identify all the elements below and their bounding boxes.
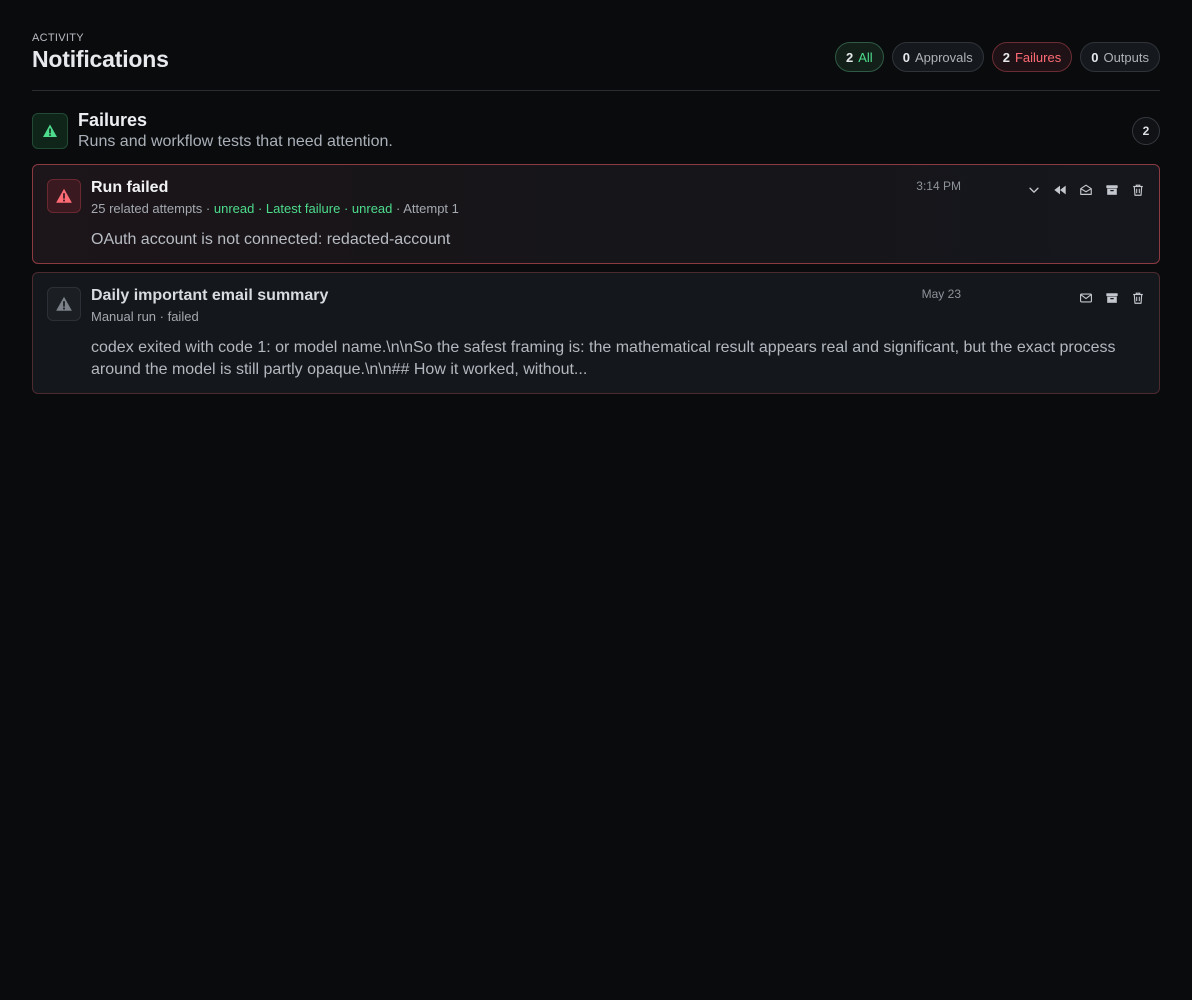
filter-count: 2 (1002, 49, 1010, 65)
meta-attempts: 25 related attempts (91, 201, 203, 216)
meta-separator: · (392, 201, 404, 216)
trash-icon[interactable] (1129, 181, 1147, 199)
filter-label: All (858, 49, 873, 65)
warning-icon (32, 113, 68, 149)
section-count-badge: 2 (1132, 117, 1160, 145)
trash-icon[interactable] (1129, 289, 1147, 307)
failures-section-header: Failures Runs and workflow tests that ne… (32, 91, 1160, 164)
meta-separator: · (254, 201, 266, 216)
meta-status: unread (351, 201, 393, 216)
notification-card[interactable]: Daily important email summary Manual run… (32, 272, 1160, 394)
filter-label: Failures (1014, 49, 1062, 65)
section-title: Failures (78, 110, 148, 130)
notification-message: OAuth account is not connected: redacted… (91, 231, 451, 248)
mail-icon[interactable] (1077, 289, 1095, 307)
filter-all-button[interactable]: 2 All (835, 42, 884, 72)
notification-title: Daily important email summary (91, 287, 329, 304)
notification-meta: 25 related attempts · unread · Latest fa… (91, 201, 459, 216)
meta-separator: · (202, 201, 214, 216)
notification-title: Run failed (91, 179, 169, 196)
page-header: ACTIVITY Notifications 2 All 0 Approvals… (32, 32, 1160, 91)
notification-card[interactable]: Run failed 25 related attempts · unread … (32, 164, 1160, 264)
chevron-down-icon[interactable] (1025, 181, 1043, 199)
section-subtitle: Runs and workflow tests that need attent… (78, 133, 393, 150)
notification-actions (1077, 289, 1147, 307)
rewind-icon[interactable] (1051, 181, 1069, 199)
filter-label: Outputs (1103, 49, 1149, 65)
warning-icon (47, 287, 81, 321)
filter-count: 2 (846, 49, 854, 65)
meta-status: unread (213, 201, 255, 216)
meta-latest: Latest failure (265, 201, 341, 216)
warning-icon (47, 179, 81, 213)
notification-message: codex exited with code 1: or model name.… (91, 339, 1116, 378)
notification-time: May 23 (921, 287, 961, 301)
filter-count: 0 (1091, 49, 1099, 65)
meta-attempt: Attempt 1 (403, 201, 459, 216)
filter-count: 0 (902, 49, 910, 65)
filter-tabs: 2 All 0 Approvals 2 Failures 0 Outputs (835, 42, 1160, 72)
filter-label: Approvals (914, 49, 973, 65)
notifications-page: ACTIVITY Notifications 2 All 0 Approvals… (32, 32, 1160, 402)
filter-outputs-button[interactable]: 0 Outputs (1080, 42, 1160, 72)
archive-icon[interactable] (1103, 181, 1121, 199)
meta-separator: · (340, 201, 352, 216)
notification-time: 3:14 PM (916, 179, 961, 193)
mail-open-icon[interactable] (1077, 181, 1095, 199)
archive-icon[interactable] (1103, 289, 1121, 307)
filter-approvals-button[interactable]: 0 Approvals (891, 42, 984, 72)
filter-failures-button[interactable]: 2 Failures (991, 42, 1073, 72)
notification-meta: Manual run · failed (91, 309, 199, 324)
notification-actions (1025, 181, 1147, 199)
